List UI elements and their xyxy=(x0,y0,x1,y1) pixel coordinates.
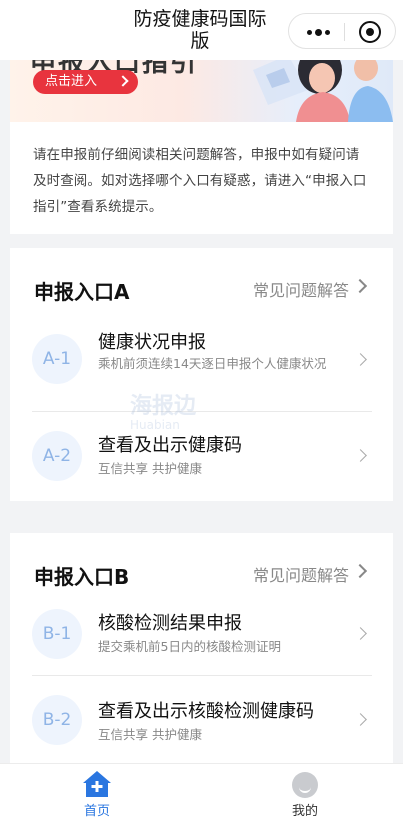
enter-button-label: 点击进入 xyxy=(45,74,98,89)
entry-a2[interactable]: A-2 查看及出示健康码 互信共享 共护健康 xyxy=(10,411,393,501)
entry-badge: B-2 xyxy=(32,695,82,745)
tab-mine-label: 我的 xyxy=(291,804,318,818)
home-plus-icon xyxy=(83,771,111,797)
faq-link[interactable]: 常见问题解答 xyxy=(253,562,349,586)
chevron-right-icon[interactable] xyxy=(352,563,368,579)
entry-a1[interactable]: A-1 健康状况申报 乘机前须连续14天逐日申报个人健康状况 xyxy=(10,314,393,404)
entry-description: 提交乘机前5日内的核酸检测证明 xyxy=(98,639,281,654)
entry-badge: A-2 xyxy=(32,431,82,481)
entry-section-b: 申报入口B 常见问题解答 B-1 核酸检测结果申报 提交乘机前5日内的核酸检测证… xyxy=(10,533,393,763)
faq-link[interactable]: 常见问题解答 xyxy=(253,277,349,301)
close-target-icon[interactable] xyxy=(359,21,381,43)
chevron-right-icon[interactable] xyxy=(352,278,368,294)
capsule-divider xyxy=(344,23,345,41)
entry-badge: B-1 xyxy=(32,609,82,659)
navigation-bar: 防疫健康码国际版 xyxy=(0,0,403,60)
entry-name: 查看及出示核酸检测健康码 xyxy=(98,701,314,722)
banner-illustration xyxy=(253,50,393,122)
instructions-card: 请在申报前仔细阅读相关问题解答，申报中如有疑问请及时查阅。如对选择哪个入口有疑惑… xyxy=(10,122,393,234)
tab-home[interactable]: 首页 xyxy=(47,764,147,818)
tab-home-label: 首页 xyxy=(83,804,110,818)
mini-program-capsule xyxy=(288,13,396,49)
entry-b1[interactable]: B-1 核酸检测结果申报 提交乘机前5日内的核酸检测证明 xyxy=(10,589,393,679)
enter-button[interactable]: 点击进入 xyxy=(33,70,138,94)
smiley-avatar-icon xyxy=(292,772,318,798)
entry-description: 互信共享 共护健康 xyxy=(98,461,202,476)
chevron-right-icon xyxy=(354,353,367,366)
entry-name: 健康状况申报 xyxy=(98,332,206,353)
section-title: 申报入口B xyxy=(34,565,130,589)
tab-mine[interactable]: 我的 xyxy=(255,764,355,818)
chevron-right-icon xyxy=(354,449,367,462)
bottom-tab-bar: 首页 我的 xyxy=(0,763,403,818)
instructions-text: 请在申报前仔细阅读相关问题解答，申报中如有疑问请及时查阅。如对选择哪个入口有疑惑… xyxy=(33,147,367,215)
entry-description: 互信共享 共护健康 xyxy=(98,727,202,742)
chevron-right-icon xyxy=(354,713,367,726)
section-title: 申报入口A xyxy=(34,280,130,304)
page-title: 防疫健康码国际版 xyxy=(133,8,267,52)
entry-badge: A-1 xyxy=(32,334,82,384)
entry-name: 核酸检测结果申报 xyxy=(98,613,242,634)
entry-name: 查看及出示健康码 xyxy=(98,435,242,456)
entry-section-a: 申报入口A 常见问题解答 A-1 健康状况申报 乘机前须连续14天逐日申报个人健… xyxy=(10,248,393,501)
chevron-right-icon xyxy=(117,75,129,87)
chevron-right-icon xyxy=(354,627,367,640)
guide-banner[interactable]: 申报入口指引 点击进入 xyxy=(10,50,393,122)
entry-description: 乘机前须连续14天逐日申报个人健康状况 xyxy=(98,356,327,371)
entry-b2[interactable]: B-2 查看及出示核酸检测健康码 互信共享 共护健康 xyxy=(10,675,393,765)
more-dots-icon[interactable] xyxy=(299,23,337,41)
